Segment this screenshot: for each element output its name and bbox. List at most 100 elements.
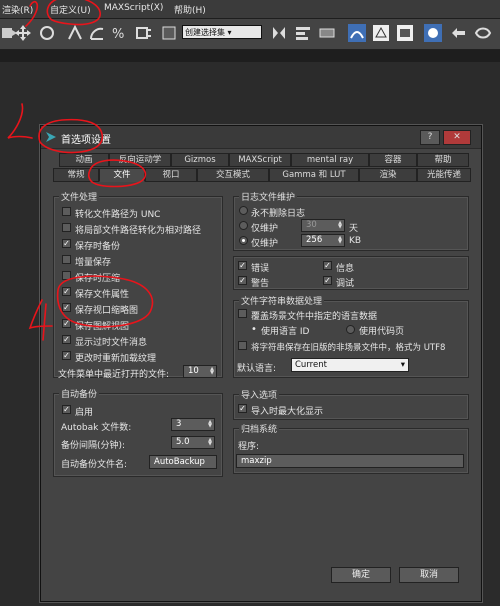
backup-filename-label: 自动备份文件名: [61, 460, 128, 470]
spinner-arrows-icon[interactable]: ▲ ▼ [209, 367, 215, 376]
use-language-id-label: 使用语言 ID [261, 327, 310, 337]
tab-general[interactable]: 常规 [53, 168, 99, 182]
display-obsolete-message-label: 显示过时文件消息 [75, 338, 148, 348]
align-icon[interactable] [294, 24, 312, 42]
log-warning-label: 警告 [251, 279, 270, 289]
menubar: 渲染(R) 自定义(U) MAXScript(X) 帮助(H) [0, 0, 500, 19]
unc-path-checkbox[interactable] [62, 207, 71, 216]
spinner-arrows-icon[interactable]: ▲ ▼ [207, 438, 213, 447]
display-obsolete-message-checkbox[interactable]: ✓ [62, 335, 71, 344]
save-schematic-view-checkbox[interactable]: ✓ [62, 319, 71, 328]
compress-on-save-checkbox[interactable] [62, 271, 71, 280]
angle-snap-icon[interactable] [88, 24, 106, 42]
utf8-label: 将字符串保存在旧版的非场景文件中，格式为 UTF8 [251, 343, 446, 353]
language-id-radio-dot[interactable]: • [251, 324, 257, 335]
keep-kb-value: 256 [306, 235, 323, 245]
never-delete-logs-radio[interactable] [239, 206, 248, 215]
use-code-page-label: 使用代码页 [359, 327, 405, 337]
dialog-titlebar[interactable]: 首选项设置 ? ✕ [41, 126, 481, 149]
backup-interval-spinner[interactable]: 5.0 ▲ ▼ [171, 436, 215, 449]
tab-files[interactable]: 文件 [99, 168, 145, 182]
tab-radiosity[interactable]: 光能传递 [417, 168, 471, 182]
move-icon[interactable] [14, 24, 32, 42]
curve-editor-icon[interactable] [348, 24, 366, 42]
spinner-snap-icon[interactable] [134, 24, 152, 42]
keep-kb-label: 仅维护 [251, 239, 279, 249]
mirror-icon[interactable] [270, 24, 288, 42]
tab-interaction-mode[interactable]: 交互模式 [197, 168, 269, 182]
cancel-button[interactable]: 取消 [399, 567, 459, 583]
recent-files-spinner[interactable]: 10 ▲ ▼ [183, 365, 217, 378]
override-language-checkbox[interactable] [238, 309, 247, 318]
autobak-count-spinner[interactable]: 3 ▲ ▼ [171, 418, 215, 431]
close-button[interactable]: ✕ [443, 130, 471, 145]
save-viewport-thumbnail-label: 保存视口缩略图 [75, 306, 139, 316]
zoom-extents-checkbox[interactable]: ✓ [238, 404, 247, 413]
log-info-checkbox[interactable]: ✓ [323, 261, 332, 270]
keep-kb-spinner[interactable]: 256 ▲ ▼ [301, 234, 345, 247]
schematic-icon[interactable] [372, 24, 390, 42]
render-setup-icon[interactable] [424, 24, 442, 42]
save-schematic-view-label: 保存图解视图 [75, 322, 130, 332]
increment-on-save-checkbox[interactable] [62, 255, 71, 264]
keep-days-value: 30 [306, 220, 317, 230]
relative-path-checkbox[interactable] [62, 223, 71, 232]
log-debug-checkbox[interactable]: ✓ [323, 276, 332, 285]
string-data-label: 文件字符串数据处理 [239, 294, 325, 307]
default-language-dropdown[interactable]: Current ▾ [291, 358, 409, 372]
keep-days-spinner[interactable]: 30 ▲ ▼ [301, 219, 345, 232]
tab-gizmos[interactable]: Gizmos [171, 153, 229, 167]
menu-help[interactable]: 帮助(H) [174, 3, 206, 16]
backup-on-save-checkbox[interactable]: ✓ [62, 239, 71, 248]
spinner-arrows-icon[interactable]: ▲ ▼ [207, 420, 213, 429]
override-language-label: 覆盖场景文件中指定的语言数据 [251, 312, 378, 322]
backup-interval-label: 备份间隔(分钟): [61, 441, 126, 451]
log-error-checkbox[interactable]: ✓ [238, 261, 247, 270]
selection-set-dropdown[interactable]: 创建选择集 ▾ [182, 25, 262, 39]
keep-days-label: 仅维护 [251, 224, 279, 234]
tab-inverse-kinematics[interactable]: 反向运动学 [109, 153, 171, 167]
menu-customize[interactable]: 自定义(U) [50, 3, 91, 16]
annotation-number-2 [7, 103, 33, 139]
log-error-label: 错误 [251, 264, 270, 274]
keep-days-radio[interactable] [239, 221, 248, 230]
layer-icon[interactable] [318, 24, 336, 42]
auto-backup-enable-checkbox[interactable]: ✓ [62, 405, 71, 414]
ok-button[interactable]: 确定 [331, 567, 391, 583]
log-maintenance-label: 日志文件维护 [239, 190, 298, 203]
rotate-icon[interactable] [38, 24, 56, 42]
render-production-icon[interactable] [474, 24, 492, 42]
backup-filename-input[interactable]: AutoBackup [149, 455, 217, 469]
reload-textures-checkbox[interactable]: ✓ [62, 351, 71, 360]
program-input[interactable]: maxzip [236, 454, 464, 468]
menu-render[interactable]: 渲染(R) [2, 3, 33, 16]
material-editor-icon[interactable] [396, 24, 414, 42]
utf8-checkbox[interactable] [238, 341, 247, 350]
keep-kb-radio[interactable] [239, 236, 248, 245]
spinner-arrows-icon[interactable]: ▲ ▼ [337, 236, 343, 245]
percent-snap-icon[interactable]: % [110, 24, 128, 42]
tab-containers[interactable]: 容器 [369, 153, 417, 167]
menu-maxscript[interactable]: MAXScript(X) [104, 3, 163, 13]
tab-animation[interactable]: 动画 [59, 153, 109, 167]
named-selection-icon[interactable] [160, 24, 178, 42]
preferences-dialog: 首选项设置 ? ✕ 动画 反向运动学 Gizmos MAXScript ment… [40, 125, 482, 602]
log-info-label: 信息 [336, 264, 355, 274]
snap-icon[interactable] [66, 24, 84, 42]
svg-text:%: % [112, 27, 124, 42]
use-code-page-radio[interactable] [346, 325, 355, 334]
save-file-properties-checkbox[interactable]: ✓ [62, 287, 71, 296]
tab-mental-ray[interactable]: mental ray [291, 153, 369, 167]
tab-maxscript[interactable]: MAXScript [229, 153, 291, 167]
help-button[interactable]: ? [420, 130, 440, 145]
tab-gamma-lut[interactable]: Gamma 和 LUT [269, 168, 359, 182]
render-frame-icon[interactable] [450, 24, 468, 42]
tab-help[interactable]: 帮助 [417, 153, 469, 167]
save-viewport-thumbnail-checkbox[interactable]: ✓ [62, 303, 71, 312]
spinner-arrows-icon[interactable]: ▲ ▼ [337, 221, 343, 230]
main-toolbar: % 创建选择集 ▾ [0, 19, 500, 50]
default-language-label: 默认语言: [237, 364, 277, 374]
log-warning-checkbox[interactable]: ✓ [238, 276, 247, 285]
tab-viewports[interactable]: 视口 [145, 168, 197, 182]
tab-rendering[interactable]: 渲染 [359, 168, 417, 182]
